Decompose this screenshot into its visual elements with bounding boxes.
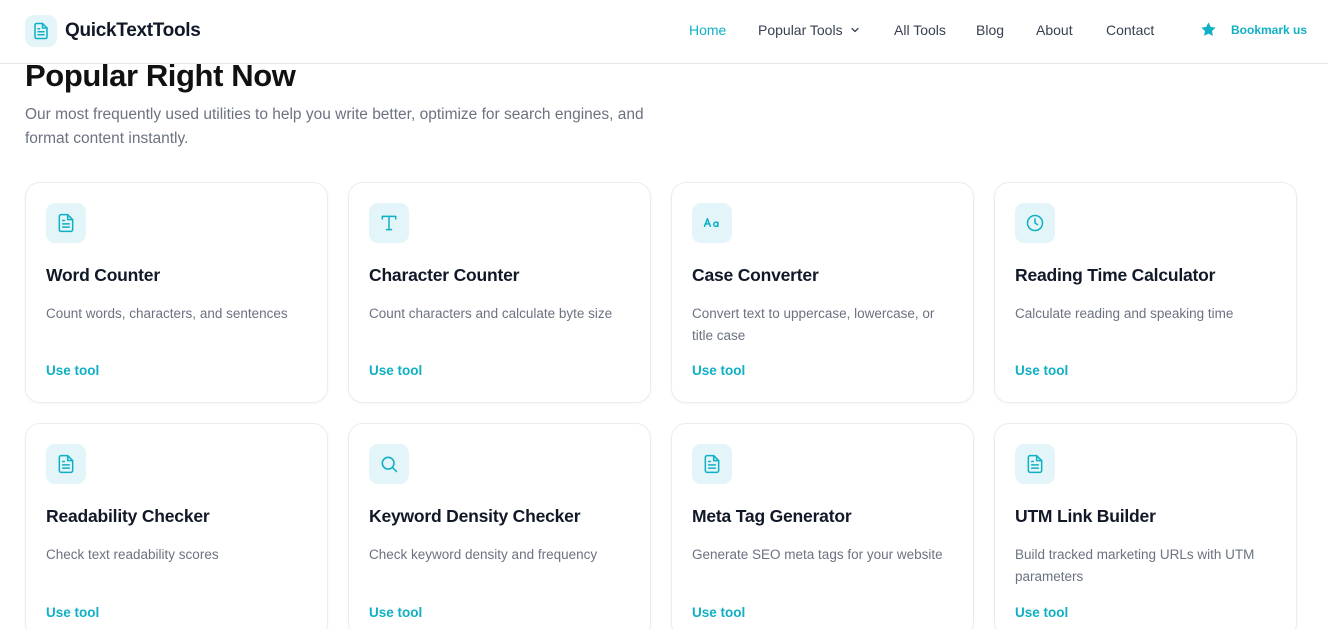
nav-about[interactable]: About [1036,22,1073,38]
document-icon [46,444,86,484]
tool-card-title: Meta Tag Generator [692,506,852,526]
case-aa-icon [692,203,732,243]
use-tool-link[interactable]: Use tool [1015,605,1068,620]
tool-card-case-converter[interactable]: Case Converter Convert text to uppercase… [671,182,974,403]
document-icon [692,444,732,484]
nav-blog[interactable]: Blog [976,22,1004,38]
brand-name: QuickTextTools [65,20,201,41]
tool-card-title: Keyword Density Checker [369,506,581,526]
tool-card-description: Check keyword density and frequency [369,547,598,562]
nav-home[interactable]: Home [689,22,726,38]
nav-contact[interactable]: Contact [1106,22,1154,38]
use-tool-link[interactable]: Use tool [46,363,99,378]
tool-card-title: Character Counter [369,265,520,285]
document-icon [1015,444,1055,484]
tool-card-word-counter[interactable]: Word Counter Count words, characters, an… [25,182,328,403]
document-icon [46,203,86,243]
tool-card-title: Reading Time Calculator [1015,265,1216,285]
use-tool-link[interactable]: Use tool [46,605,99,620]
tool-card-reading-time-calculator[interactable]: Reading Time Calculator Calculate readin… [994,182,1297,403]
tool-card-description: Calculate reading and speaking time [1015,306,1234,321]
tool-card-title: UTM Link Builder [1015,506,1156,526]
tool-card-description: Generate SEO meta tags for your website [692,547,943,562]
tool-card-description: Convert text to uppercase, lowercase, or… [692,306,935,343]
tool-card-title: Case Converter [692,265,819,285]
search-icon [369,444,409,484]
bookmark-button[interactable]: Bookmark us [1200,21,1307,38]
site-header: QuickTextTools Home Popular Tools All To… [0,0,1328,64]
star-icon [1201,22,1216,36]
document-icon [25,15,57,47]
tool-card-title: Word Counter [46,265,160,285]
tool-card-utm-link-builder[interactable]: UTM Link Builder Build tracked marketing… [994,423,1297,629]
tool-card-description: Build tracked marketing URLs with UTM pa… [1015,547,1255,584]
nav-popular-tools-label: Popular Tools [758,22,843,38]
nav-all-tools[interactable]: All Tools [894,22,946,38]
use-tool-link[interactable]: Use tool [692,363,745,378]
tool-card-description: Count characters and calculate byte size [369,306,613,321]
tool-card-character-counter[interactable]: Character Counter Count characters and c… [348,182,651,403]
use-tool-link[interactable]: Use tool [369,605,422,620]
type-t-icon [369,203,409,243]
use-tool-link[interactable]: Use tool [369,363,422,378]
use-tool-link[interactable]: Use tool [1015,363,1068,378]
nav-popular-tools[interactable]: Popular Tools [758,22,861,38]
tool-card-readability-checker[interactable]: Readability Checker Check text readabili… [25,423,328,629]
bookmark-label: Bookmark us [1231,22,1308,37]
use-tool-link[interactable]: Use tool [692,605,745,620]
tool-card-meta-tag-generator[interactable]: Meta Tag Generator Generate SEO meta tag… [671,423,974,629]
chevron-down-icon [849,24,861,36]
page-subtitle: Our most frequently used utilities to he… [25,106,644,147]
tool-card-description: Check text readability scores [46,547,219,562]
tool-card-description: Count words, characters, and sentences [46,306,288,321]
tool-card-keyword-density-checker[interactable]: Keyword Density Checker Check keyword de… [348,423,651,629]
brand[interactable]: QuickTextTools [25,15,201,47]
clock-icon [1015,203,1055,243]
tool-card-title: Readability Checker [46,506,210,526]
